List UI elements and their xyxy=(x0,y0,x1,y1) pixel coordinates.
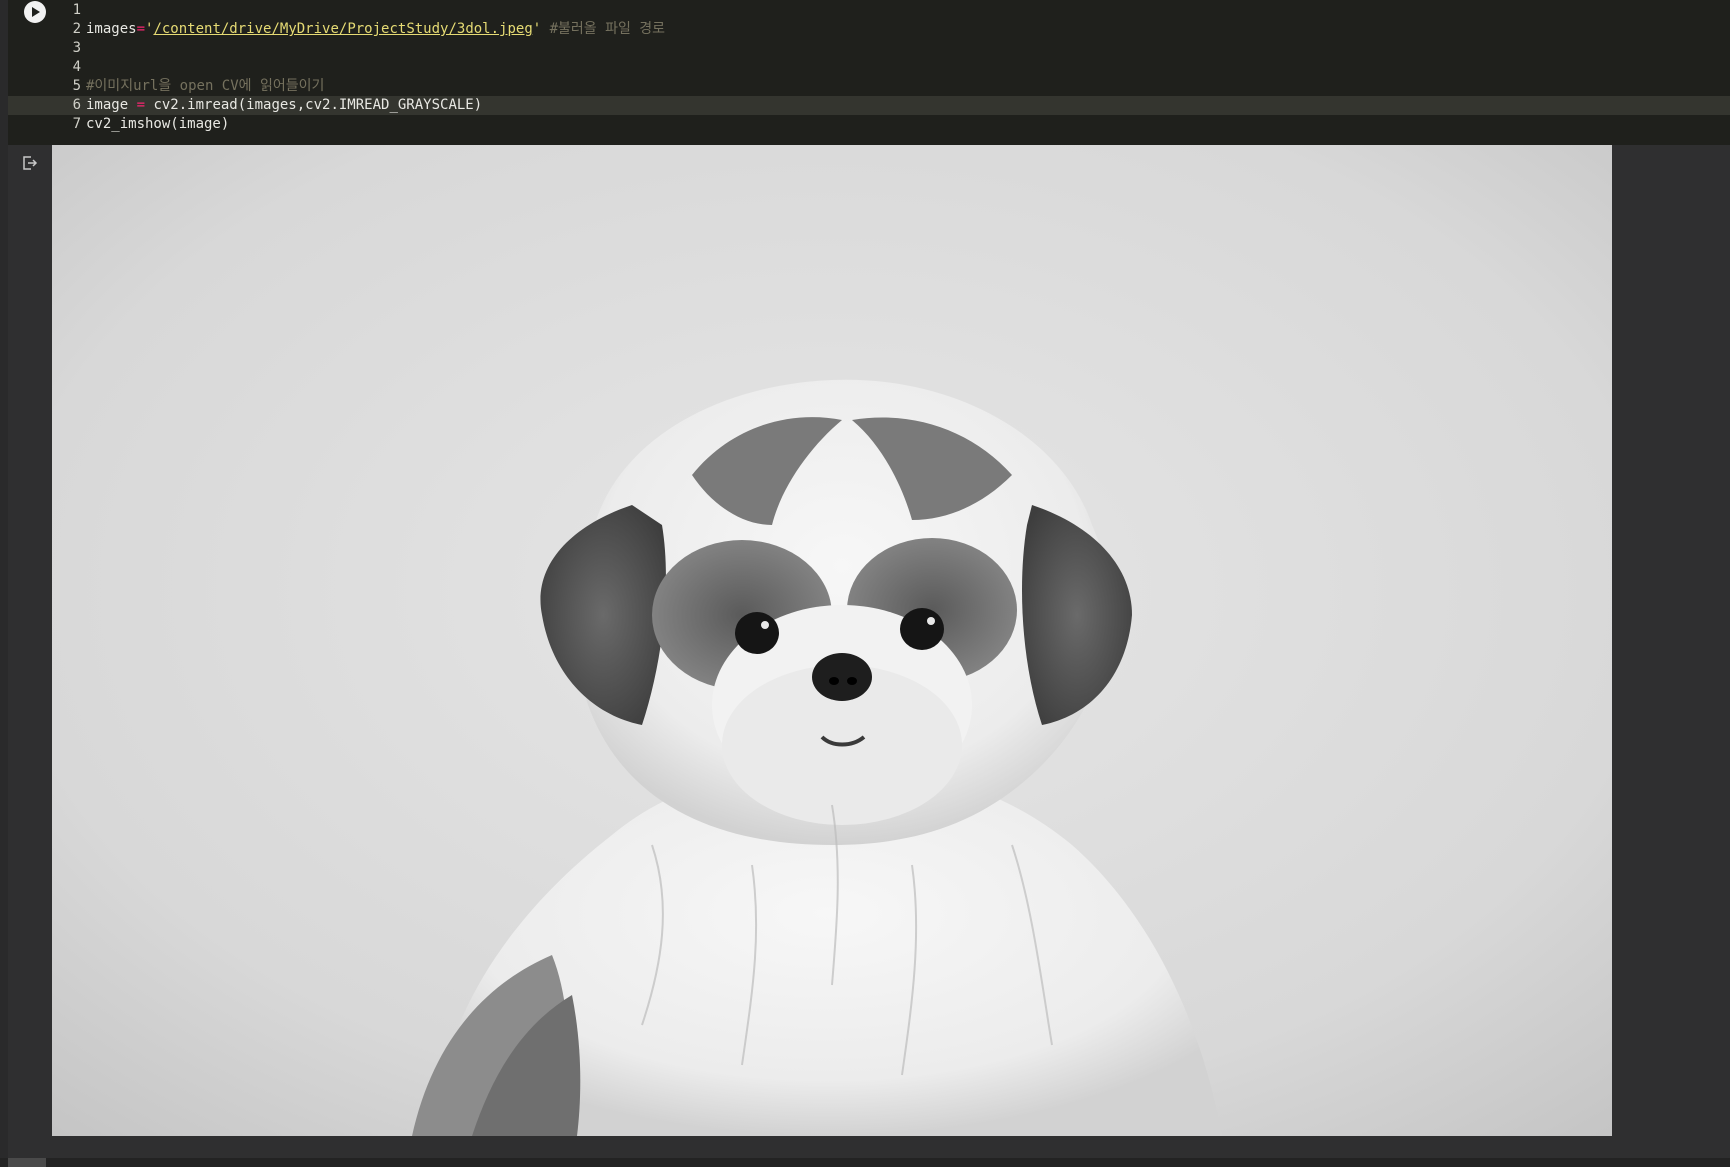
code-line[interactable]: 7 cv2_imshow(image) xyxy=(8,115,1730,134)
line-number: 1 xyxy=(72,2,81,18)
code-token: = xyxy=(136,21,146,37)
code-line[interactable]: 1 xyxy=(8,1,1730,20)
line-code-text: image = cv2.imread(images,cv2.IMREAD_GRA… xyxy=(86,96,482,115)
code-token: ' xyxy=(532,21,542,37)
line-number: 5 xyxy=(72,78,81,94)
code-line[interactable]: 2 images= '/content/drive/MyDrive/ProjectS… xyxy=(8,20,1730,39)
line-number: 4 xyxy=(72,59,81,75)
code-editor[interactable]: 1 2 images='/content/drive/MyDrive/Project… xyxy=(8,0,1730,145)
line-code-text: #이미지url을 open CV에 읽어들이기 xyxy=(86,77,324,96)
code-line[interactable]: 6 image = cv2.imread(images,cv2.IMREAD_GR… xyxy=(8,96,1730,115)
line-number: 3 xyxy=(72,40,81,56)
code-token: cv2_imshow(image) xyxy=(86,116,230,132)
code-token: #이미지url을 open CV에 읽어들이기 xyxy=(86,78,325,94)
cell-output-area xyxy=(8,145,1730,1145)
code-token: cv2.imread(images,cv2.IMREAD_GRAYSCALE) xyxy=(145,97,483,113)
cell-focus-gutter xyxy=(0,0,8,1167)
output-redirect-icon[interactable] xyxy=(21,154,39,172)
line-number: 2 xyxy=(72,21,81,37)
notebook: 1 2 images='/content/drive/MyDrive/Project… xyxy=(0,0,1730,1167)
code-line[interactable]: 4 xyxy=(8,58,1730,77)
output-image-grayscale-dog xyxy=(52,145,1612,1136)
line-code-text: cv2_imshow(image) xyxy=(86,115,229,134)
scroll-thumb[interactable] xyxy=(8,1158,46,1167)
line-number: 7 xyxy=(72,116,81,132)
code-token: images xyxy=(86,21,137,37)
code-token: image xyxy=(86,97,137,113)
play-icon xyxy=(32,7,40,17)
code-line[interactable]: 3 xyxy=(8,39,1730,58)
code-cell[interactable]: 1 2 images='/content/drive/MyDrive/Project… xyxy=(8,0,1730,145)
code-line[interactable]: 5 #이미지url을 open CV에 읽어들이기 xyxy=(8,77,1730,96)
run-cell-button[interactable] xyxy=(24,1,46,23)
line-number: 6 xyxy=(72,97,81,113)
next-cell-strip xyxy=(0,1158,1730,1167)
code-token: = xyxy=(136,97,146,113)
line-code-text: images= '/content/drive/MyDrive/ProjectSt… xyxy=(86,20,665,39)
code-token: /content/drive/MyDrive/ProjectStudy/3dol… xyxy=(153,21,533,37)
code-token: #불러올 파일 경로 xyxy=(541,21,666,37)
